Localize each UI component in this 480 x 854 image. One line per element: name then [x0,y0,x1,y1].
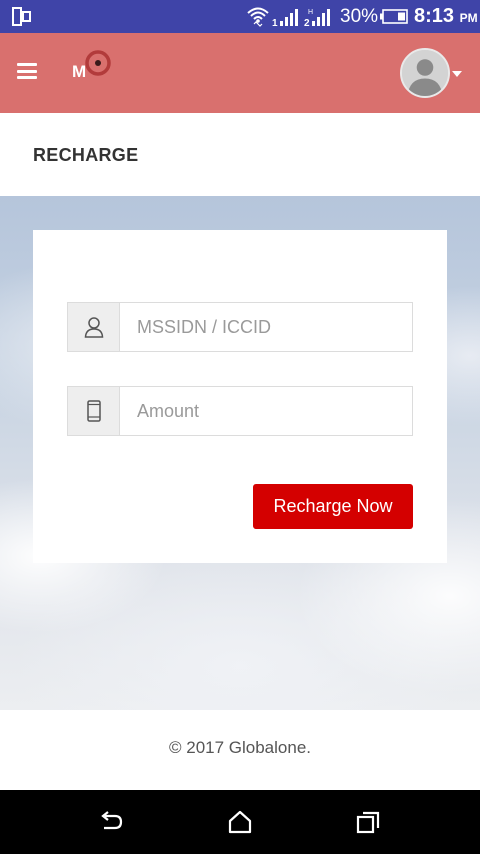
brand-logo[interactable]: M [70,49,114,85]
battery-percent: 30% [340,6,379,27]
recharge-now-button[interactable]: Recharge Now [253,484,413,529]
wifi-icon [247,7,269,27]
user-icon [84,317,104,338]
home-icon[interactable] [227,810,253,834]
copyright-text: © 2017 Globalone. [168,738,312,757]
chevron-down-icon[interactable] [452,71,462,77]
app-header: M [0,33,480,113]
recent-apps-icon[interactable] [355,810,381,834]
svg-text:1: 1 [272,18,278,28]
clock-suffix: PM [459,11,478,25]
hamburger-icon[interactable] [17,63,37,79]
amount-input-group [67,386,413,436]
user-avatar-icon [402,50,448,96]
footer: © 2017 Globalone. [0,710,480,790]
avatar[interactable] [400,48,450,98]
recharge-form-card: Recharge Now [33,230,447,563]
amount-input[interactable] [121,387,412,435]
clock: 8:13 PM [414,5,478,28]
svg-text:2: 2 [304,18,310,28]
page-title: RECHARGE [33,145,139,165]
msisdn-input-group [67,302,413,352]
svg-text:H: H [308,9,313,16]
back-icon[interactable] [98,810,124,834]
mobile-phone-icon [87,400,101,422]
title-strip: RECHARGE [0,113,480,196]
msisdn-input[interactable] [121,303,412,351]
svg-text:M: M [72,62,86,81]
notification-app-icon [12,7,31,26]
amount-addon [68,387,120,435]
status-bar: 1 2 H 30% 8:13 PM [0,0,480,33]
signal-strength-icon: 1 [272,9,298,28]
battery-icon [380,9,408,24]
clock-time: 8:13 [414,5,455,27]
msisdn-addon [68,303,120,351]
signal-strength-icon-2: 2 H [304,9,330,28]
system-nav-bar [0,790,480,854]
